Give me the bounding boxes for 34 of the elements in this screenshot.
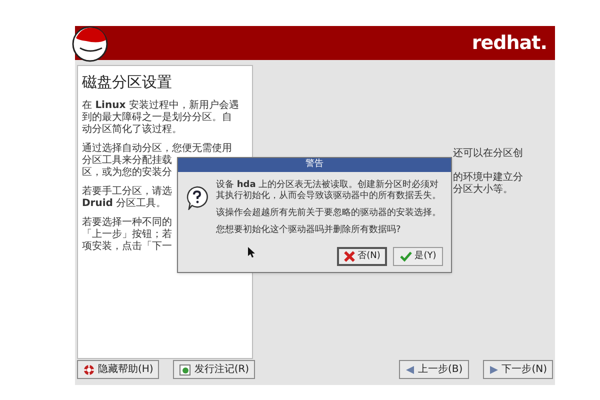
dialog-message: 您想要初始化这个驱动器吗并删除所有数据吗?: [216, 225, 402, 236]
dialog-button[interactable]: 是(Y): [393, 247, 443, 266]
footer-button[interactable]: 上一步(B): [399, 360, 469, 379]
footer-button[interactable]: 下一步(N): [482, 360, 553, 379]
cross-icon: [344, 251, 355, 262]
dialog-message: 该操作会超越所有先前关于要忽略的驱动器的安装选择。: [216, 208, 442, 219]
help-text-line: Druid 分区工具。: [82, 198, 166, 210]
main-text-line: 分区大小等。: [453, 184, 513, 196]
document-icon: [179, 364, 192, 376]
help-text-line: 若要选择一种不同的: [82, 216, 172, 228]
lifebuoy-icon: [83, 364, 95, 376]
footer-button[interactable]: 发行注记(R): [173, 360, 256, 379]
dialog-message: 设备 hda 上的分区表无法被读取。创建新分区时必须对其执行初始化，从而会导致该驱动器中的所有数据丢失。: [216, 180, 442, 202]
help-title: 磁盘分区设置: [82, 72, 173, 93]
help-text-line: 分区工具来分配挂载: [82, 154, 172, 166]
help-text-line: 动分区简化了该过程。: [82, 124, 182, 136]
help-text-line: 项安装，点击「下一: [82, 240, 172, 252]
question-icon: [186, 186, 208, 210]
help-text-line: 「上一步」按钮；若: [82, 228, 172, 240]
mouse-pointer-icon: [248, 247, 255, 258]
right-triangle-icon: [488, 364, 499, 374]
check-icon: [400, 251, 412, 262]
brand-logo-text: redhat.: [472, 30, 547, 56]
dialog-title: 警告: [306, 158, 324, 172]
help-text-line: 通过选择自动分区，您便无需使用: [82, 142, 232, 154]
help-text-line: 在 Linux 安装过程中，新用户会遇: [82, 100, 239, 112]
main-text-line: 的环境中建立分: [453, 172, 523, 184]
main-text-line: 还可以在分区创: [453, 148, 523, 160]
help-text-line: 若要手工分区，请选: [82, 186, 172, 198]
dialog-button[interactable]: 否(N): [337, 247, 387, 266]
help-text-line: 区，或为您的安装分: [82, 166, 172, 178]
footer-button[interactable]: 隐藏帮助(H): [77, 360, 160, 379]
help-text-line: 到的最大障碍之一是划分分区。自: [82, 112, 232, 124]
left-triangle-icon: [405, 364, 416, 374]
